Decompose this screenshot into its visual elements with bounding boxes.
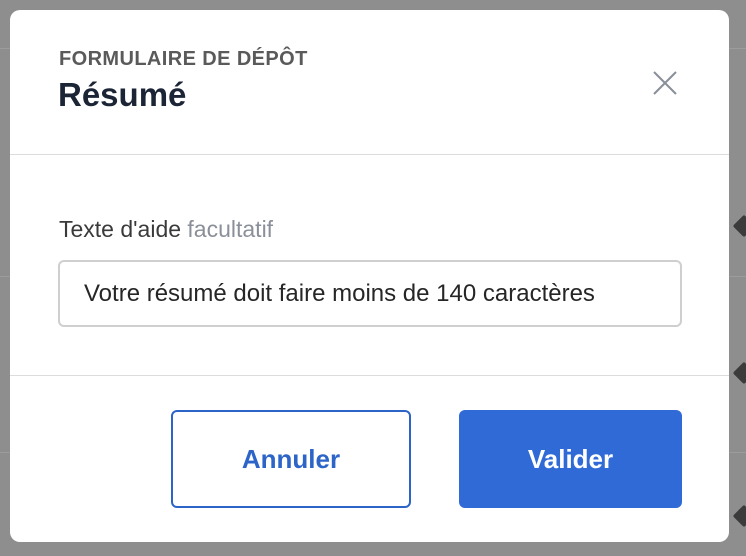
cancel-button[interactable]: Annuler [171,410,411,508]
dialog-footer: Annuler Valider [10,376,729,542]
close-icon [653,71,677,95]
edit-icon [732,214,746,238]
optional-tag: facultatif [187,216,274,242]
submit-button[interactable]: Valider [459,410,682,508]
summary-dialog: FORMULAIRE DE DÉPÔT Résumé Texte d'aide … [10,10,729,542]
dialog-header: FORMULAIRE DE DÉPÔT Résumé [10,10,729,155]
dialog-body: Texte d'aide facultatif [10,155,729,376]
help-text-label-text: Texte d'aide [59,216,182,242]
dialog-title: Résumé [58,76,187,113]
close-button[interactable] [650,68,680,98]
dialog-eyebrow: FORMULAIRE DE DÉPÔT [59,48,308,70]
help-text-input[interactable] [58,260,682,327]
edit-icon [732,504,746,528]
edit-icon [732,361,746,385]
help-text-label: Texte d'aide facultatif [59,216,273,243]
